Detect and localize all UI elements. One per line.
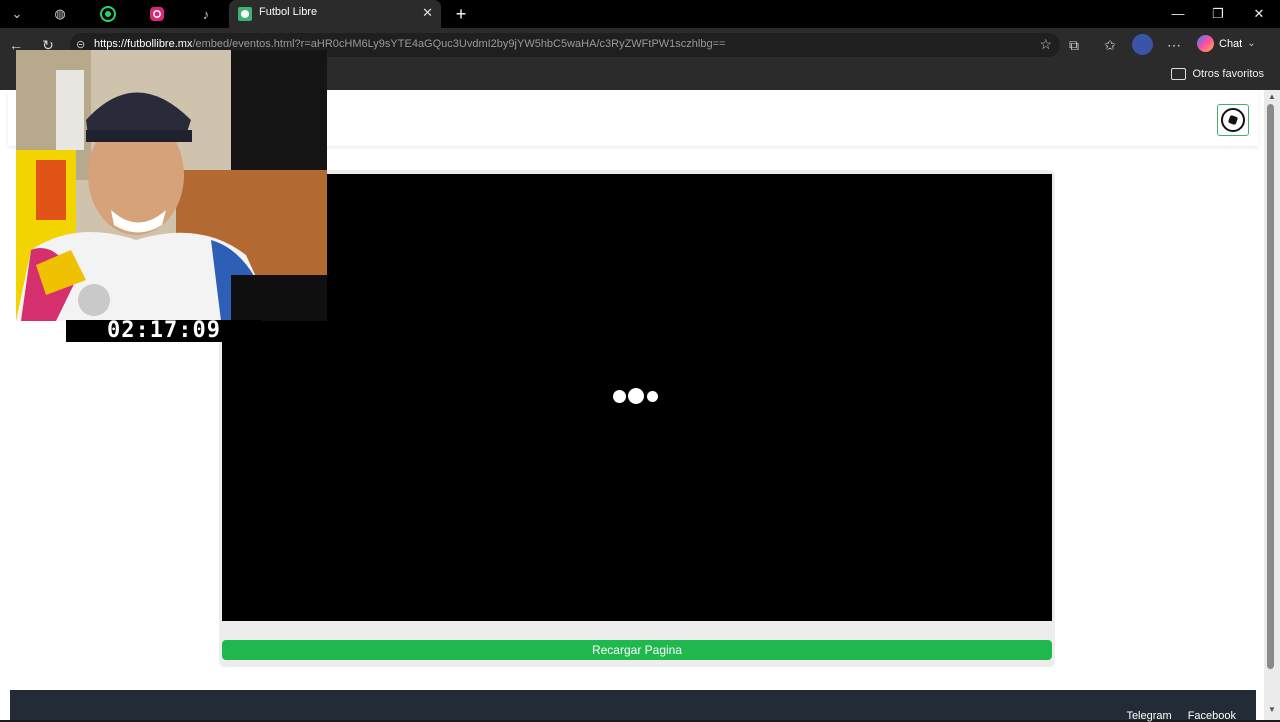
webcam-image (16, 50, 327, 321)
site-footer: Telegram Facebook (10, 690, 1256, 722)
footer-link-facebook[interactable]: Facebook (1188, 710, 1236, 722)
loading-dot (647, 391, 658, 402)
scroll-down-icon[interactable]: ▼ (1265, 705, 1279, 717)
chevron-down-icon: ⌄ (1247, 38, 1256, 49)
loading-dot (628, 388, 644, 404)
chat-button[interactable]: Chat ⌄ (1197, 35, 1256, 52)
stream-timer: 02:17:09 (66, 320, 262, 342)
plus-icon[interactable]: + (450, 3, 472, 25)
globe-icon[interactable]: ◍ (49, 3, 71, 25)
extensions-icon[interactable]: ⧉ (1062, 33, 1086, 57)
webcam-overlay (16, 50, 327, 321)
chat-label: Chat (1219, 37, 1243, 50)
url-path: /embed/eventos.html?r=aHR0cHM6Ly9sYTE4aG… (192, 38, 726, 50)
minimize-button[interactable]: — (1158, 3, 1198, 25)
reload-page-button[interactable]: Recargar Pagina (222, 640, 1052, 660)
scrollbar-thumb[interactable] (1267, 104, 1274, 669)
video-player[interactable] (222, 174, 1052, 621)
star-icon[interactable]: ☆ (1039, 36, 1052, 53)
instagram-icon[interactable] (146, 3, 168, 25)
scroll-up-icon[interactable]: ▲ (1265, 92, 1279, 104)
url-text[interactable]: https://futbollibre.mx/embed/eventos.htm… (94, 38, 725, 50)
soccer-ball-icon (1221, 108, 1245, 132)
more-icon[interactable]: ⋯ (1162, 33, 1186, 57)
url-host: https://futbollibre.mx (94, 38, 193, 50)
whatsapp-icon[interactable] (97, 3, 119, 25)
favorites-folder[interactable]: Otros favoritos (1171, 68, 1264, 80)
footer-link-telegram[interactable]: Telegram (1126, 710, 1171, 722)
window-close-button[interactable]: ✕ (1239, 3, 1279, 25)
restore-button[interactable]: ❐ (1198, 3, 1238, 25)
loading-dot (613, 390, 626, 403)
tab-title: Futbol Libre (259, 6, 318, 18)
favorites-folder-label: Otros favoritos (1192, 68, 1264, 80)
favorites-icon[interactable]: ✩ (1098, 33, 1122, 57)
chevron-down-icon[interactable]: ⌄ (6, 3, 28, 25)
site-logo[interactable] (1217, 104, 1249, 136)
tiktok-icon[interactable]: ♪ (195, 3, 217, 25)
folder-icon (1171, 68, 1187, 80)
site-favicon-icon (238, 7, 252, 21)
tab-futbol-libre[interactable]: Futbol Libre ✕ (229, 0, 441, 28)
title-bar (0, 0, 1280, 28)
copilot-icon (1197, 35, 1214, 52)
close-icon[interactable]: ✕ (422, 5, 433, 21)
avatar[interactable] (1132, 34, 1153, 55)
